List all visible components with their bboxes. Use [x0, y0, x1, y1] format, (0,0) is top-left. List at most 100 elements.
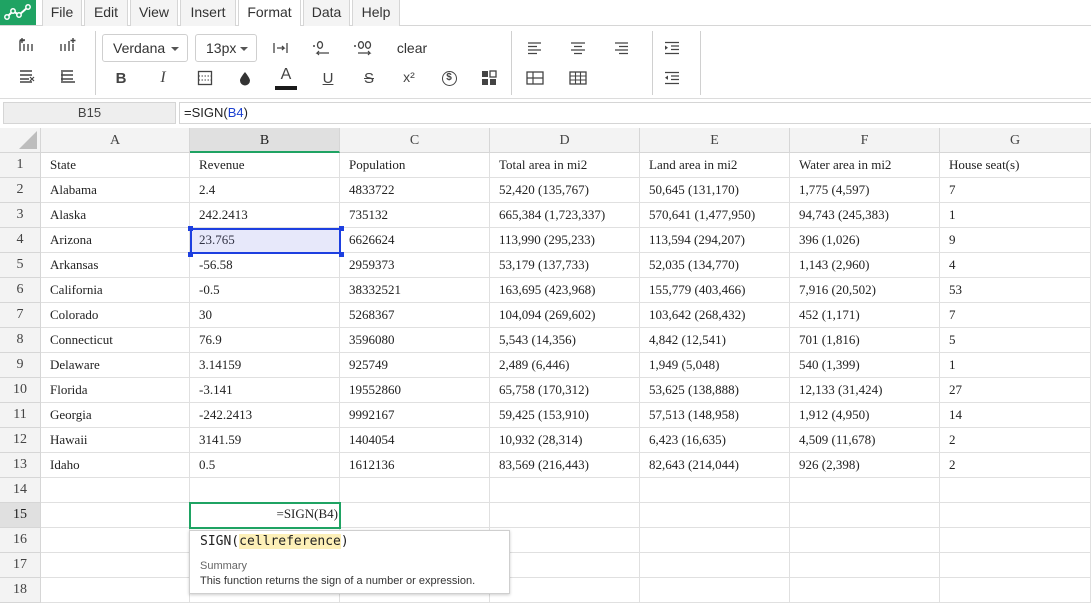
- row-header[interactable]: 3: [0, 203, 41, 228]
- italic-button[interactable]: I: [150, 66, 176, 90]
- selection-handle[interactable]: [339, 252, 344, 257]
- table-cell[interactable]: 65,758 (170,312): [490, 378, 640, 403]
- table-cell[interactable]: 0.5: [190, 453, 340, 478]
- column-header-e[interactable]: E: [640, 128, 790, 153]
- table-cell[interactable]: [41, 503, 190, 528]
- table-cell[interactable]: 103,642 (268,432): [640, 303, 790, 328]
- table-cell[interactable]: [640, 528, 790, 553]
- conditional-format-button[interactable]: [476, 66, 502, 90]
- table-cell[interactable]: 2: [940, 428, 1091, 453]
- column-header-g[interactable]: G: [940, 128, 1091, 153]
- align-right-button[interactable]: [608, 36, 634, 60]
- table-cell[interactable]: 9992167: [340, 403, 490, 428]
- table-cell[interactable]: 2: [940, 453, 1091, 478]
- table-cell[interactable]: 30: [190, 303, 340, 328]
- menu-view[interactable]: View: [130, 0, 178, 26]
- table-cell[interactable]: 7: [940, 178, 1091, 203]
- table-cell[interactable]: 4: [940, 253, 1091, 278]
- table-cell[interactable]: 3.14159: [190, 353, 340, 378]
- row-header[interactable]: 13: [0, 453, 41, 478]
- table-header-cell[interactable]: State: [41, 153, 190, 178]
- delete-row-button[interactable]: [14, 64, 40, 88]
- row-header[interactable]: 16: [0, 528, 41, 553]
- table-cell[interactable]: 2959373: [340, 253, 490, 278]
- indent-increase-button[interactable]: [659, 36, 685, 60]
- table-cell[interactable]: 1,775 (4,597): [790, 178, 940, 203]
- row-header[interactable]: 14: [0, 478, 41, 503]
- table-header-cell[interactable]: Total area in mi2: [490, 153, 640, 178]
- insert-column-button[interactable]: [55, 34, 81, 58]
- table-cell[interactable]: [790, 503, 940, 528]
- table-cell[interactable]: 2.4: [190, 178, 340, 203]
- menu-data[interactable]: Data: [303, 0, 350, 26]
- menu-edit[interactable]: Edit: [84, 0, 128, 26]
- table-header-cell[interactable]: Water area in mi2: [790, 153, 940, 178]
- table-cell[interactable]: 452 (1,171): [790, 303, 940, 328]
- row-header[interactable]: 17: [0, 553, 41, 578]
- superscript-button[interactable]: x²: [396, 65, 422, 89]
- table-cell[interactable]: [790, 528, 940, 553]
- table-cell[interactable]: 242.2413: [190, 203, 340, 228]
- table-cell[interactable]: 94,743 (245,383): [790, 203, 940, 228]
- table-cell[interactable]: 155,779 (403,466): [640, 278, 790, 303]
- column-header-a[interactable]: A: [41, 128, 190, 153]
- table-cell[interactable]: [41, 528, 190, 553]
- table-cell[interactable]: 4,842 (12,541): [640, 328, 790, 353]
- table-cell[interactable]: 57,513 (148,958): [640, 403, 790, 428]
- menu-format[interactable]: Format: [238, 0, 301, 27]
- function-autocomplete-popup[interactable]: SIGN(cellreference) Summary This functio…: [189, 530, 510, 594]
- table-cell[interactable]: 926 (2,398): [790, 453, 940, 478]
- app-logo[interactable]: [0, 0, 36, 25]
- table-cell[interactable]: [640, 553, 790, 578]
- text-color-button[interactable]: A: [273, 64, 299, 92]
- font-family-select[interactable]: Verdana: [102, 34, 188, 62]
- table-cell[interactable]: 52,420 (135,767): [490, 178, 640, 203]
- align-left-button[interactable]: [522, 36, 548, 60]
- strikethrough-button[interactable]: S: [356, 66, 382, 90]
- table-cell[interactable]: 2,489 (6,446): [490, 353, 640, 378]
- table-cell[interactable]: -3.141: [190, 378, 340, 403]
- table-cell[interactable]: 1: [940, 203, 1091, 228]
- table-cell[interactable]: California: [41, 278, 190, 303]
- table-cell[interactable]: 19552860: [340, 378, 490, 403]
- table-cell[interactable]: Delaware: [41, 353, 190, 378]
- table-cell[interactable]: 5: [940, 328, 1091, 353]
- table-cell[interactable]: [790, 553, 940, 578]
- table-cell[interactable]: Colorado: [41, 303, 190, 328]
- table-cell[interactable]: Arizona: [41, 228, 190, 253]
- table-cell[interactable]: 6,423 (16,635): [640, 428, 790, 453]
- row-header[interactable]: 1: [0, 153, 41, 178]
- table-cell[interactable]: 14: [940, 403, 1091, 428]
- table-cell[interactable]: [790, 578, 940, 603]
- column-header-c[interactable]: C: [340, 128, 490, 153]
- table-cell[interactable]: 76.9: [190, 328, 340, 353]
- table-cell[interactable]: [41, 478, 190, 503]
- table-cell[interactable]: [41, 578, 190, 603]
- cell-editor-b15[interactable]: =SIGN(B4): [189, 502, 341, 529]
- table-cell[interactable]: 1,912 (4,950): [790, 403, 940, 428]
- bold-button[interactable]: B: [108, 66, 134, 90]
- row-header[interactable]: 7: [0, 303, 41, 328]
- table-cell[interactable]: 3141.59: [190, 428, 340, 453]
- border-button[interactable]: [192, 66, 218, 90]
- table-cell[interactable]: [940, 578, 1091, 603]
- row-header[interactable]: 18: [0, 578, 41, 603]
- menu-file[interactable]: File: [42, 0, 82, 26]
- table-cell[interactable]: Florida: [41, 378, 190, 403]
- row-header[interactable]: 4: [0, 228, 41, 253]
- function-signature[interactable]: SIGN(cellreference): [200, 534, 349, 549]
- table-cell[interactable]: [940, 503, 1091, 528]
- table-cell[interactable]: 9: [940, 228, 1091, 253]
- table-cell[interactable]: Georgia: [41, 403, 190, 428]
- table-cell[interactable]: [340, 503, 490, 528]
- insert-row-above-button[interactable]: [14, 34, 40, 58]
- column-header-d[interactable]: D: [490, 128, 640, 153]
- selection-handle[interactable]: [188, 252, 193, 257]
- table-cell[interactable]: 925749: [340, 353, 490, 378]
- table-cell[interactable]: 50,645 (131,170): [640, 178, 790, 203]
- table-cell[interactable]: [41, 553, 190, 578]
- increase-decimal-button[interactable]: [350, 36, 376, 60]
- table-cell[interactable]: 1,949 (5,048): [640, 353, 790, 378]
- table-cell[interactable]: 104,094 (269,602): [490, 303, 640, 328]
- table-cell[interactable]: 7,916 (20,502): [790, 278, 940, 303]
